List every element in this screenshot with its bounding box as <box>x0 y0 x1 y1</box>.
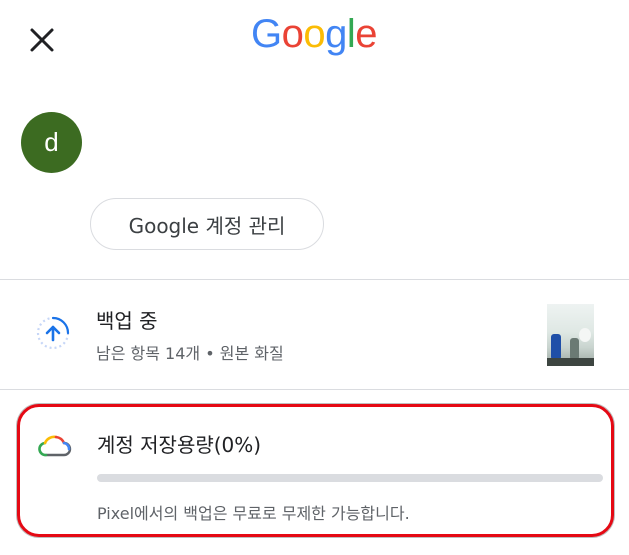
backup-title: 백업 중 <box>96 309 158 333</box>
backup-subtitle: 남은 항목 14개 • 원본 화질 <box>96 344 284 363</box>
divider <box>0 389 629 390</box>
google-logo: Google <box>251 12 378 56</box>
close-icon <box>30 28 54 52</box>
storage-subtitle: Pixel에서의 백업은 무료로 무제한 가능합니다. <box>97 504 410 523</box>
avatar[interactable]: d <box>21 112 82 173</box>
account-storage-card[interactable]: 계정 저장용량(0%) Pixel에서의 백업은 무료로 무제한 가능합니다. <box>17 404 614 537</box>
manage-account-button[interactable]: Google 계정 관리 <box>90 198 324 250</box>
storage-title: 계정 저장용량(0%) <box>97 433 262 457</box>
backup-upload-icon <box>36 316 70 350</box>
storage-progress-bar <box>97 474 603 482</box>
backup-photo-thumbnail[interactable] <box>547 304 594 366</box>
backup-status-row[interactable]: 백업 중 남은 항목 14개 • 원본 화질 <box>0 281 629 389</box>
google-cloud-icon <box>38 435 72 457</box>
divider <box>0 279 629 280</box>
close-button[interactable] <box>22 20 62 60</box>
